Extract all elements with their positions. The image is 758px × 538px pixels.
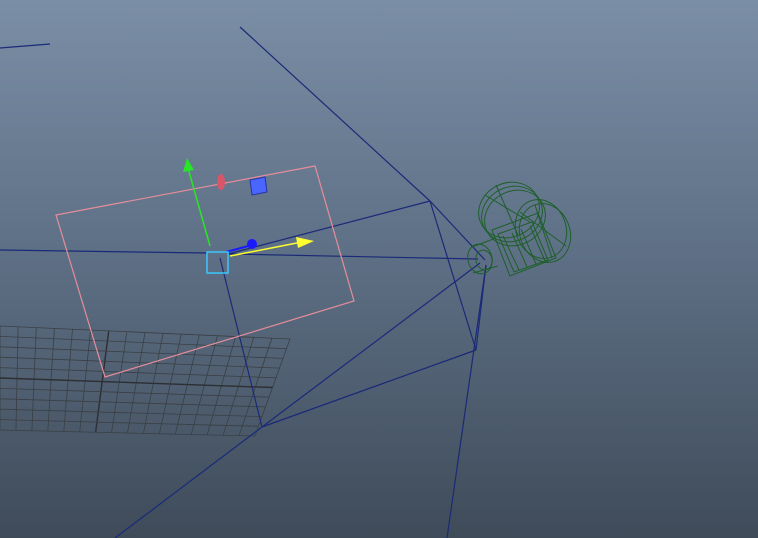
frustum-line [429,200,486,261]
camera-icon[interactable] [465,172,579,277]
center-handle[interactable] [206,251,229,274]
frustum-line [0,43,51,49]
grid-line [0,346,284,359]
frustum-line [261,262,481,428]
grid-line [0,408,263,417]
grid-line [0,325,291,340]
frustum-line [219,257,263,428]
camera-frustum[interactable] [0,26,487,538]
viewport-scene[interactable] [0,0,758,538]
grid-line [0,367,277,379]
grid-line [0,336,287,350]
rotate-handle[interactable] [217,174,225,190]
grid-line [0,388,270,398]
frustum-line [0,249,208,254]
grid-line [0,377,273,389]
x-axis-arrow[interactable] [296,237,314,248]
grid-line [0,419,259,427]
scale-handle[interactable] [249,176,268,196]
3d-viewport[interactable] [0,0,758,538]
frustum-line [228,253,479,260]
frustum-line [114,426,263,538]
frustum-line [227,200,431,255]
frustum-line [261,349,477,428]
y-axis-handle[interactable] [187,167,211,247]
ground-grid[interactable] [0,325,291,437]
z-axis-ball[interactable] [247,239,257,249]
frustum-line [446,264,487,538]
frustum-line [429,200,477,351]
y-axis-arrow[interactable] [183,158,194,172]
grid-line [0,398,266,408]
